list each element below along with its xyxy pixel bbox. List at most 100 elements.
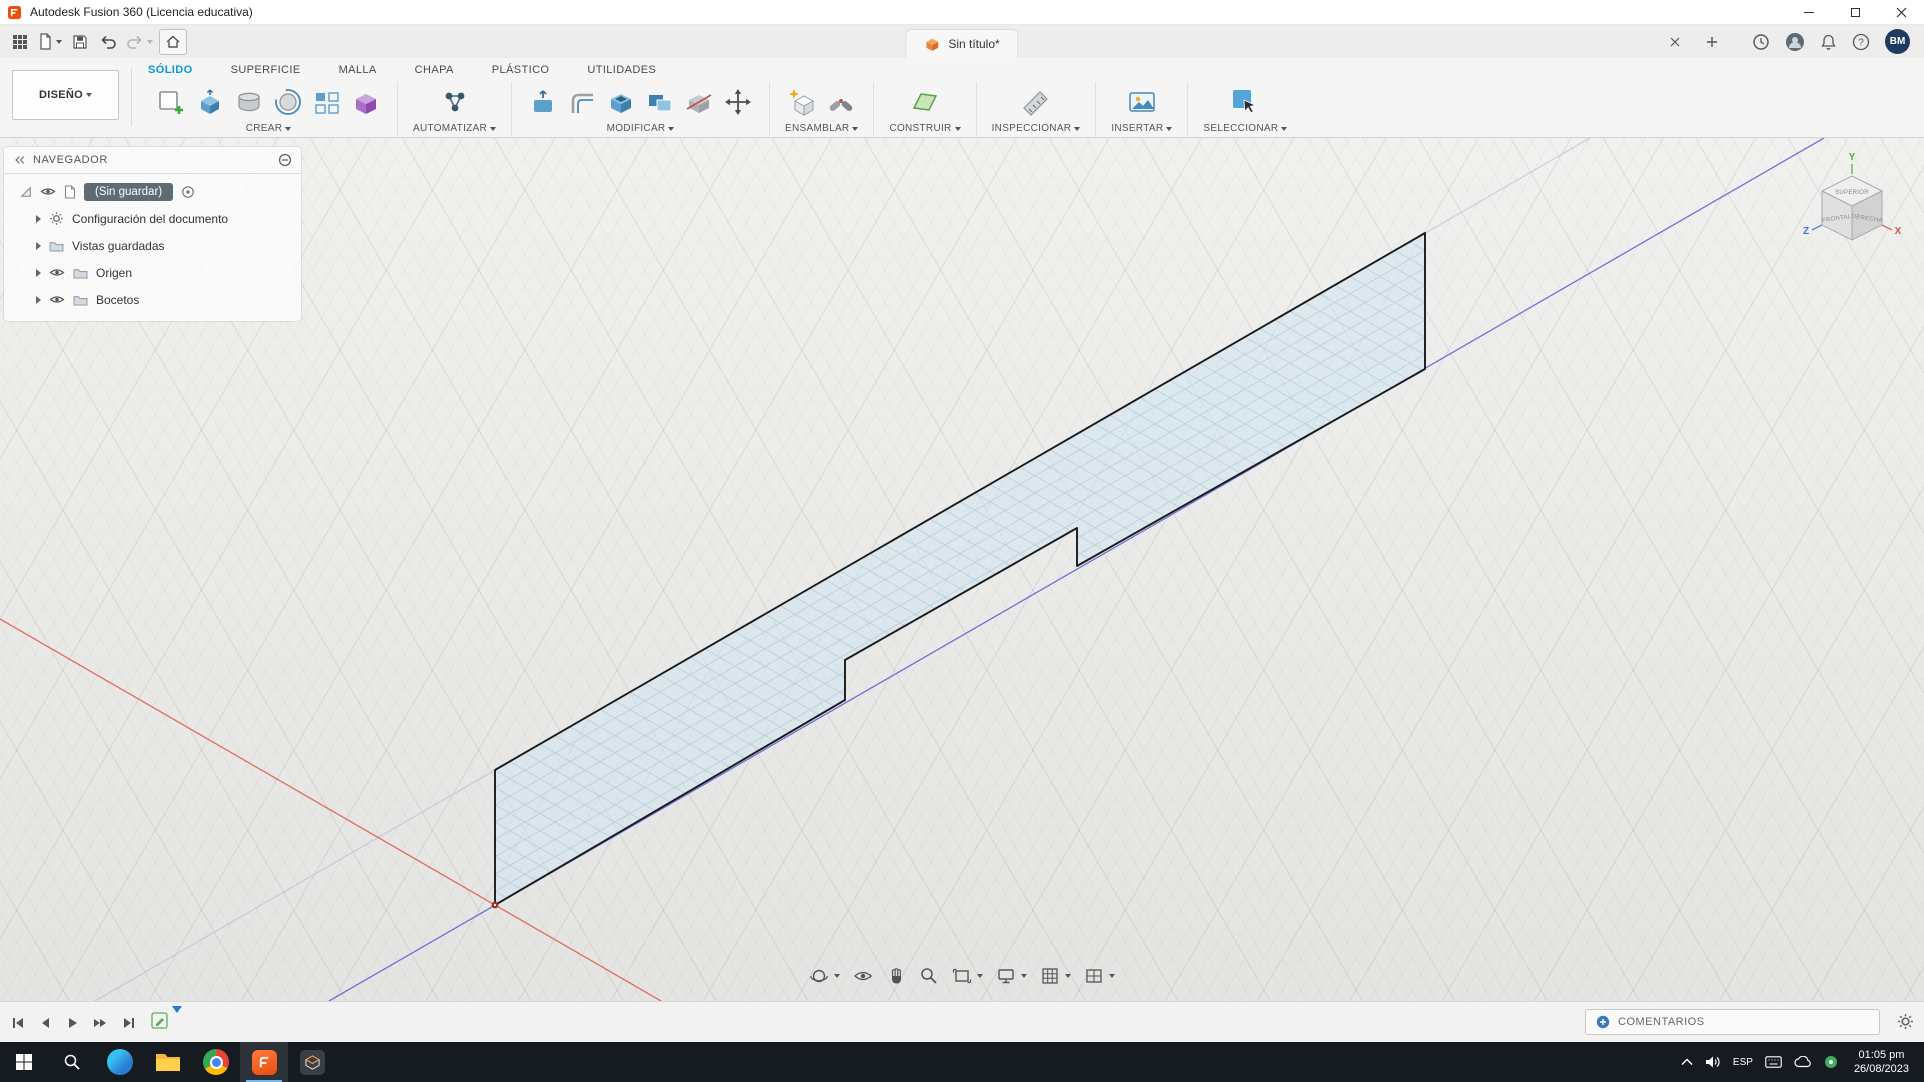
look-at-button[interactable] [851, 964, 875, 988]
insert-canvas-button[interactable] [1126, 86, 1158, 118]
taskbar-search-button[interactable] [48, 1042, 96, 1082]
help-button[interactable]: ? [1852, 33, 1870, 51]
tab-utilidades[interactable]: UTILIDADES [587, 64, 656, 76]
shell-button[interactable] [605, 86, 637, 118]
taskbar-app-chrome[interactable] [192, 1042, 240, 1082]
play-button[interactable] [64, 1015, 80, 1031]
taskbar-app-fusion[interactable] [240, 1042, 288, 1082]
timeline-settings-button[interactable] [1897, 1013, 1914, 1030]
automate-button[interactable] [439, 86, 471, 118]
group-crear-menu[interactable]: CREAR [246, 123, 292, 134]
display-settings-button[interactable] [994, 964, 1029, 988]
data-panel-button[interactable] [8, 29, 32, 55]
zoom-button[interactable] [917, 964, 941, 988]
create-form-button[interactable] [350, 86, 382, 118]
onedrive-button[interactable] [1788, 1042, 1818, 1082]
view-cube[interactable]: Y SUPERIOR FRONTAL DERECHA Z X [1790, 150, 1914, 262]
start-button[interactable] [0, 1042, 48, 1082]
hidden-icons-button[interactable] [1675, 1042, 1699, 1082]
home-view-button[interactable] [159, 29, 187, 55]
group-modificar-menu[interactable]: MODIFICAR [607, 123, 675, 134]
tab-plastico[interactable]: PLÁSTICO [492, 64, 550, 76]
select-button[interactable] [1229, 86, 1261, 118]
tree-item-sketches[interactable]: Bocetos [4, 286, 301, 313]
timeline-position-marker[interactable] [172, 1006, 182, 1013]
touch-keyboard-button[interactable] [1759, 1042, 1788, 1082]
collapse-panel-icon[interactable] [13, 154, 26, 166]
taskbar-app-3d-tool[interactable] [288, 1042, 336, 1082]
pattern-button[interactable] [311, 86, 343, 118]
group-inspeccionar-menu[interactable]: INSPECCIONAR [992, 123, 1081, 134]
expander-icon[interactable] [36, 269, 41, 277]
taskbar-app-edge[interactable] [96, 1042, 144, 1082]
close-button[interactable] [1878, 0, 1924, 25]
skip-to-end-button[interactable] [120, 1015, 136, 1031]
taskbar-clock[interactable]: 01:05 pm 26/08/2023 [1844, 1048, 1919, 1076]
group-construir-menu[interactable]: CONSTRUIR [889, 123, 960, 134]
joint-button[interactable] [825, 86, 857, 118]
tree-item-document-settings[interactable]: Configuración del documento [4, 205, 301, 232]
tab-close-button[interactable] [1664, 31, 1686, 53]
expander-icon[interactable] [36, 242, 41, 250]
volume-button[interactable] [1699, 1042, 1727, 1082]
tree-item-origin[interactable]: Origen [4, 259, 301, 286]
eye-icon[interactable] [40, 186, 56, 197]
job-status-button[interactable] [1752, 33, 1770, 51]
press-pull-button[interactable] [527, 86, 559, 118]
profile-button[interactable] [1785, 32, 1805, 52]
skip-to-start-button[interactable] [10, 1015, 26, 1031]
combine-button[interactable] [644, 86, 676, 118]
expander-icon[interactable] [36, 296, 41, 304]
activate-component-icon[interactable] [181, 185, 195, 199]
new-component-button[interactable] [786, 86, 818, 118]
orbit-button[interactable] [807, 964, 842, 988]
split-button[interactable] [683, 86, 715, 118]
viewport-canvas[interactable]: NAVEGADOR (Sin guardar) Configuración de… [0, 138, 1924, 1042]
minimize-button[interactable] [1786, 0, 1832, 25]
tree-root-row[interactable]: (Sin guardar) [4, 178, 301, 205]
extrude-button[interactable] [194, 86, 226, 118]
origin-point[interactable] [492, 902, 499, 909]
tab-chapa[interactable]: CHAPA [415, 64, 454, 76]
group-automatizar-menu[interactable]: AUTOMATIZAR [413, 123, 496, 134]
hide-all-icon[interactable] [278, 153, 292, 167]
expander-icon[interactable] [36, 215, 41, 223]
viewports-button[interactable] [1082, 964, 1117, 988]
fillet-button[interactable] [566, 86, 598, 118]
notifications-button[interactable] [1820, 33, 1837, 51]
grid-snap-button[interactable] [1038, 964, 1073, 988]
group-ensamblar-menu[interactable]: ENSAMBLAR [785, 123, 858, 134]
move-button[interactable] [722, 86, 754, 118]
workspace-selector[interactable]: DISEÑO [12, 70, 119, 120]
redo-button[interactable] [124, 29, 155, 55]
comments-bar[interactable]: COMENTARIOS [1585, 1009, 1880, 1035]
sketch-profile[interactable] [495, 233, 1425, 905]
file-menu-button[interactable] [36, 29, 64, 55]
create-sketch-button[interactable] [155, 86, 187, 118]
save-button[interactable] [68, 29, 92, 55]
timeline-feature-sketch[interactable] [150, 1010, 180, 1036]
language-indicator[interactable]: ESP [1727, 1042, 1759, 1082]
document-tab[interactable]: Sin título* [905, 29, 1018, 58]
root-document-label[interactable]: (Sin guardar) [84, 183, 173, 201]
eye-icon[interactable] [49, 267, 65, 278]
taskbar-app-explorer[interactable] [144, 1042, 192, 1082]
eye-icon[interactable] [49, 294, 65, 305]
maximize-button[interactable] [1832, 0, 1878, 25]
undo-button[interactable] [96, 29, 120, 55]
tree-item-named-views[interactable]: Vistas guardadas [4, 232, 301, 259]
loft-button[interactable] [233, 86, 265, 118]
user-avatar[interactable]: BM [1885, 29, 1910, 54]
new-tab-button[interactable] [1701, 31, 1723, 53]
fit-view-button[interactable] [950, 964, 985, 988]
tray-app-button[interactable] [1818, 1042, 1844, 1082]
group-seleccionar-menu[interactable]: SELECCIONAR [1203, 123, 1287, 134]
tab-superficie[interactable]: SUPERFICIE [231, 64, 301, 76]
group-insertar-menu[interactable]: INSERTAR [1111, 123, 1172, 134]
construction-plane-button[interactable] [909, 86, 941, 118]
tab-solido[interactable]: SÓLIDO [148, 64, 193, 76]
pan-button[interactable] [884, 964, 908, 988]
step-back-button[interactable] [37, 1015, 53, 1031]
step-forward-button[interactable] [91, 1015, 109, 1031]
revolve-button[interactable] [272, 86, 304, 118]
